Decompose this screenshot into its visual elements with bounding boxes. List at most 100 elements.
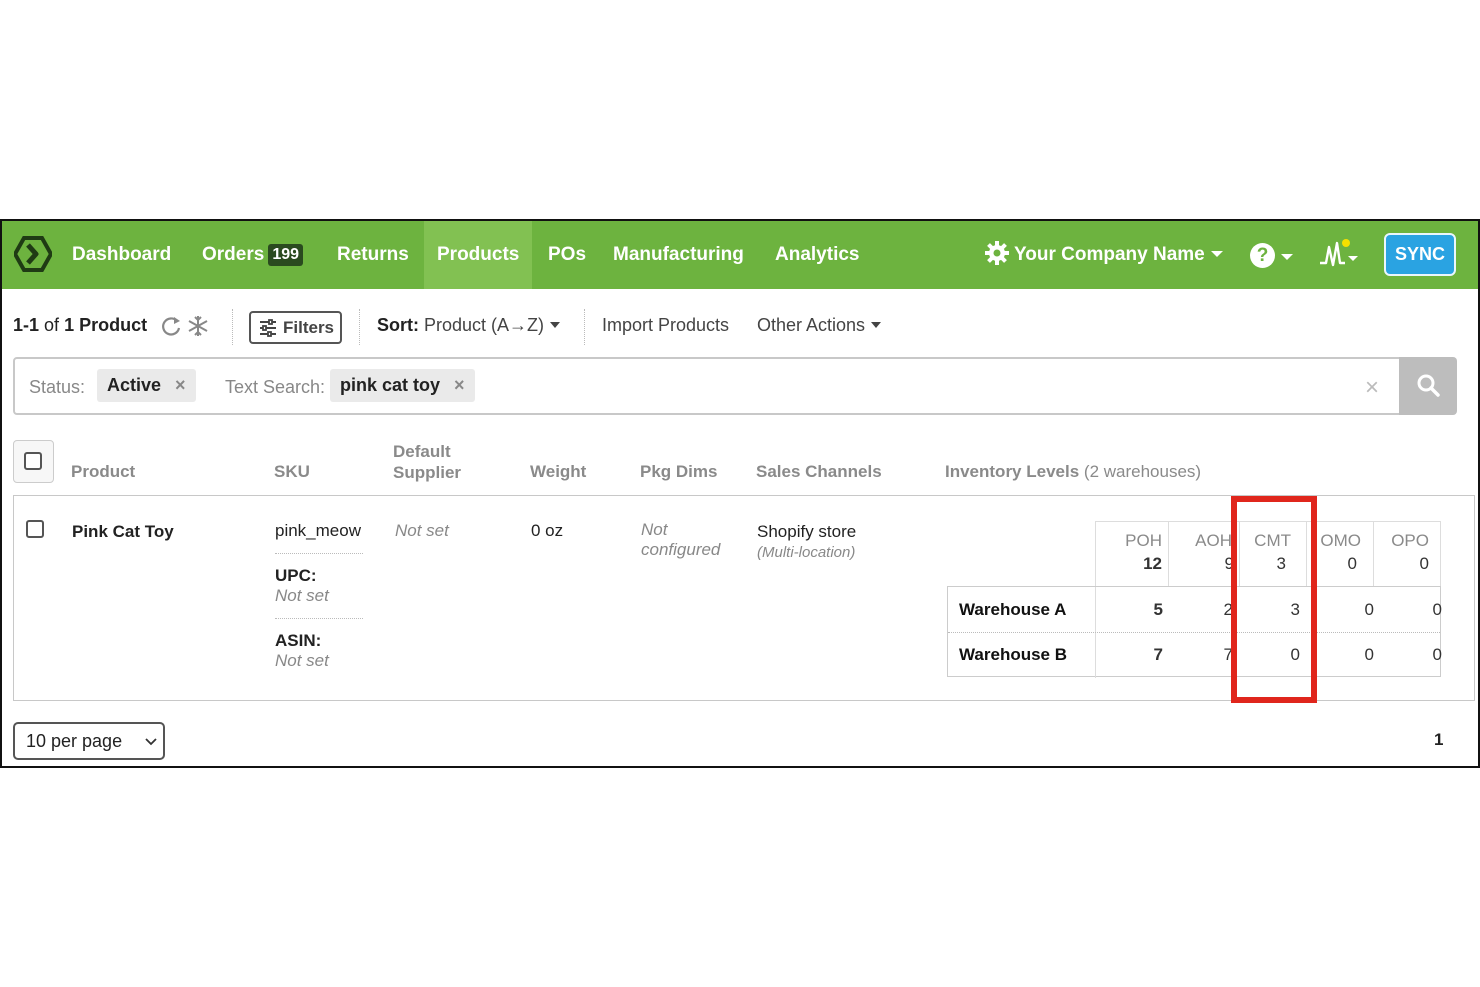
pkg-dims-line2: configured: [641, 540, 721, 559]
status-filter-chip: Active ×: [97, 369, 196, 402]
app-logo-icon[interactable]: [14, 236, 52, 272]
nav-manufacturing[interactable]: Manufacturing: [613, 221, 744, 289]
col-header-sales-channels[interactable]: Sales Channels: [756, 461, 882, 482]
nav-manufacturing-label: Manufacturing: [613, 244, 744, 265]
upc-value: Not set: [275, 586, 329, 605]
filters-button[interactable]: Filters: [249, 311, 342, 344]
nav-orders[interactable]: Orders 199: [202, 221, 304, 289]
inv-total-aoh: 9: [1224, 554, 1234, 573]
col-header-product[interactable]: Product: [71, 461, 135, 482]
per-page-select[interactable]: 10 per page: [13, 722, 165, 760]
per-page-value: 10 per page: [26, 731, 123, 751]
nav-analytics-label: Analytics: [775, 244, 860, 265]
filters-label: Filters: [283, 318, 335, 337]
sort-label: Sort:: [377, 315, 419, 335]
asin-value: Not set: [275, 651, 329, 670]
chevron-down-icon: [1210, 251, 1223, 257]
activity-menu[interactable]: [1319, 239, 1361, 269]
col-header-inventory: Inventory Levels (2 warehouses): [945, 461, 1201, 482]
inv-col-opo[interactable]: OPO: [1373, 531, 1429, 551]
nav-analytics[interactable]: Analytics: [775, 221, 859, 289]
nav-pos-label: POs: [548, 244, 587, 265]
nav-products-label: Products: [437, 244, 520, 265]
warehouse-a-opo: 0: [1432, 600, 1442, 619]
inv-col-poh[interactable]: POH: [1096, 531, 1162, 551]
close-icon[interactable]: ×: [175, 375, 186, 395]
sales-channel-note: (Multi-location): [757, 544, 856, 561]
inv-total-opo: 0: [1419, 554, 1429, 573]
nav-products[interactable]: Products: [424, 221, 533, 289]
search-icon: [1417, 374, 1440, 397]
clear-search-icon[interactable]: ×: [1365, 374, 1379, 402]
warehouse-b-aoh: 7: [1223, 645, 1233, 664]
text-search-value: pink cat toy: [340, 375, 441, 395]
chevron-down-icon: [871, 322, 882, 328]
col-header-supplier[interactable]: Default Supplier: [393, 441, 461, 483]
warehouse-inventory-table: Warehouse A 5 2 3 0 0 Warehouse B 7 7 0 …: [947, 586, 1442, 678]
col-header-supplier-line1: Default: [393, 442, 451, 461]
import-products-link[interactable]: Import Products: [602, 315, 729, 336]
help-icon: ?: [1250, 243, 1275, 268]
nav-returns-label: Returns: [337, 244, 409, 265]
close-icon[interactable]: ×: [454, 375, 465, 395]
help-menu[interactable]: ?: [1250, 243, 1293, 269]
snowflake-icon[interactable]: [187, 315, 209, 337]
sales-channel-name[interactable]: Shopify store: [757, 522, 856, 542]
count-range: 1-1: [13, 315, 40, 335]
sync-button[interactable]: SYNC: [1384, 233, 1456, 276]
chevron-down-icon: [1281, 253, 1293, 260]
sort-dropdown[interactable]: Sort: Product (A→Z): [377, 315, 561, 336]
gear-icon: [985, 241, 1009, 265]
warehouse-a-aoh: 2: [1223, 600, 1233, 619]
row-checkbox[interactable]: [26, 520, 44, 538]
status-filter-value: Active: [107, 375, 162, 395]
nav-orders-label: Orders: [202, 244, 265, 265]
nav-dashboard[interactable]: Dashboard: [72, 221, 171, 289]
weight-value: 0 oz: [531, 521, 564, 540]
nav-returns[interactable]: Returns: [337, 221, 409, 289]
divider: [948, 632, 1440, 633]
select-all-container: [13, 440, 54, 483]
activity-pulse-icon: [1320, 239, 1358, 267]
search-button[interactable]: [1399, 357, 1457, 415]
sort-value: Product (A→Z): [424, 315, 545, 335]
cmt-column-highlight: [1231, 496, 1317, 703]
divider: [359, 309, 360, 345]
sliders-icon: [260, 319, 276, 337]
refresh-icon[interactable]: [160, 315, 182, 337]
company-name: Your Company Name: [1014, 244, 1205, 265]
warehouse-a-omo: 0: [1364, 600, 1374, 619]
warehouse-b-poh: 7: [1153, 645, 1163, 664]
pagination-page-1[interactable]: 1: [1434, 730, 1443, 750]
col-header-supplier-line2: Supplier: [393, 463, 462, 482]
inventory-header-note: (2 warehouses): [1083, 462, 1202, 481]
company-menu[interactable]: Your Company Name: [984, 221, 1223, 289]
inv-col-aoh[interactable]: AOH: [1168, 531, 1232, 551]
select-all-checkbox[interactable]: [24, 452, 42, 470]
supplier-value[interactable]: Not set: [395, 521, 449, 541]
col-header-weight[interactable]: Weight: [530, 461, 586, 482]
count-total: 1 Product: [64, 315, 148, 335]
col-header-sku[interactable]: SKU: [274, 461, 310, 482]
product-name[interactable]: Pink Cat Toy: [72, 522, 174, 542]
status-filter-label: Status:: [29, 377, 86, 397]
divider: [275, 618, 363, 619]
nav-pos[interactable]: POs: [548, 221, 586, 289]
divider: [584, 309, 585, 345]
inv-total-poh: 12: [1143, 554, 1162, 573]
chevron-down-icon: [550, 322, 561, 328]
text-search-chip: pink cat toy ×: [330, 369, 475, 402]
chevron-down-icon: [145, 738, 157, 746]
asin-label: ASIN:: [275, 631, 322, 650]
sku-value: pink_meow: [275, 521, 361, 540]
warehouse-name[interactable]: Warehouse A: [959, 600, 1066, 620]
count-of: of: [44, 315, 60, 335]
inventory-header-label: Inventory Levels: [945, 462, 1080, 481]
filter-search-bar[interactable]: Status: Active × Text Search: pink cat to…: [13, 357, 1457, 415]
pkg-dims-line1: Not: [641, 520, 668, 539]
nav-dashboard-label: Dashboard: [72, 244, 172, 265]
other-actions-label: Other Actions: [757, 315, 866, 335]
col-header-pkg-dims[interactable]: Pkg Dims: [640, 461, 717, 482]
other-actions-dropdown[interactable]: Other Actions: [757, 315, 882, 336]
warehouse-name[interactable]: Warehouse B: [959, 645, 1067, 665]
